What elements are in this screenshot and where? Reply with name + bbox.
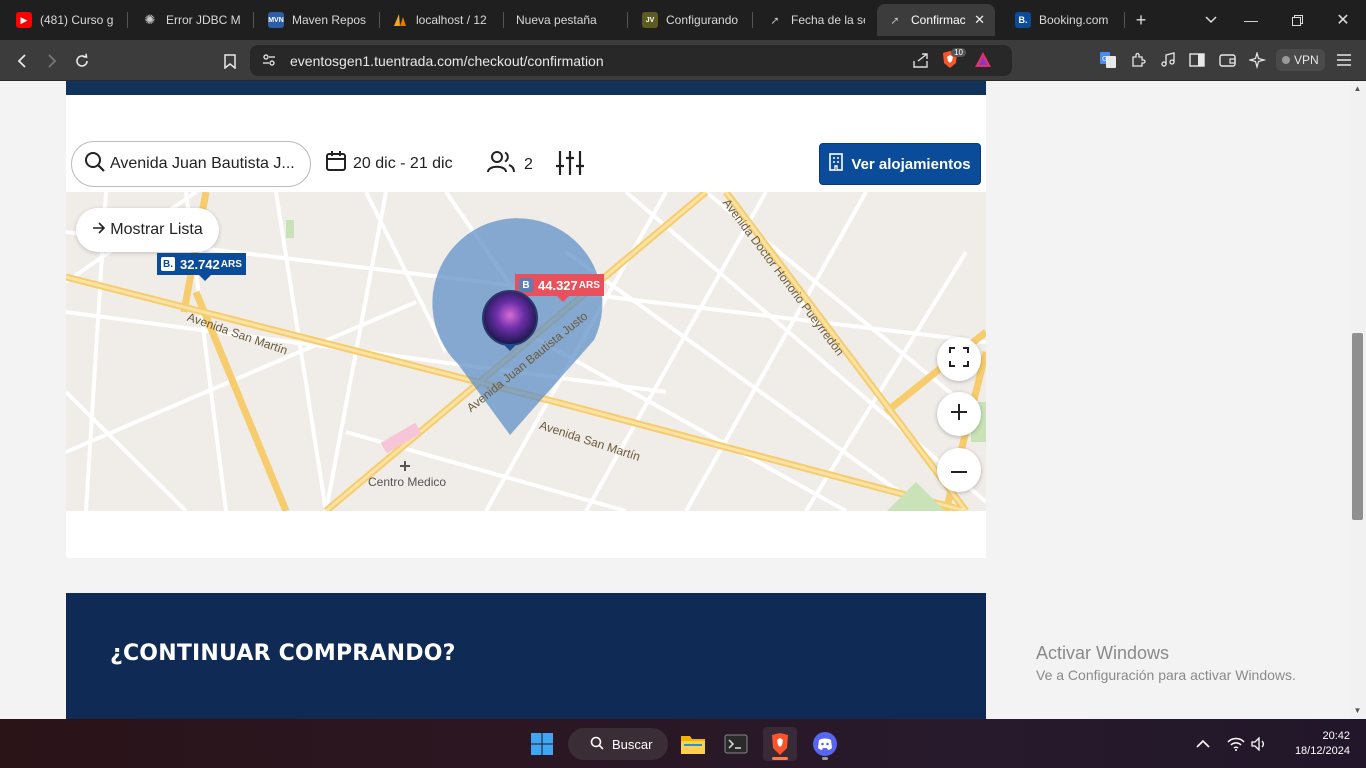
share-icon[interactable]	[912, 52, 930, 73]
minus-icon	[950, 461, 968, 479]
taskbar-search[interactable]: Buscar	[568, 728, 668, 760]
tab-localhost[interactable]: localhost / 12	[382, 4, 500, 36]
back-button[interactable]	[9, 48, 35, 74]
search-icon	[84, 151, 106, 178]
tab-booking[interactable]: B. Booking.com	[1005, 4, 1123, 36]
menu-icon[interactable]	[1333, 49, 1355, 71]
filters-icon[interactable]	[555, 150, 585, 181]
browser-toolbar: eventosgen1.tuentrada.com/checkout/confi…	[0, 40, 1366, 81]
tab-configurando[interactable]: JV Configurando	[632, 4, 750, 36]
volume-icon[interactable]	[1251, 719, 1267, 768]
search-icon	[590, 736, 604, 753]
forward-button[interactable]	[39, 48, 65, 74]
fullscreen-button[interactable]	[937, 337, 981, 381]
windows-taskbar: Buscar 20:42 18/12/2024	[0, 719, 1366, 768]
poi-label: Centro Medico	[368, 475, 447, 489]
address-bar[interactable]: eventosgen1.tuentrada.com/checkout/confi…	[250, 45, 1012, 76]
file-explorer-icon[interactable]	[676, 727, 710, 761]
close-tab-icon[interactable]: ✕	[968, 12, 985, 28]
reload-button[interactable]	[69, 48, 95, 74]
translate-icon[interactable]: G	[1097, 49, 1119, 71]
tab-maven[interactable]: MVN Maven Reposi	[258, 4, 376, 36]
tab-youtube[interactable]: ▶ (481) Curso gr	[6, 4, 124, 36]
booking-icon: B.	[1015, 12, 1031, 28]
wallet-icon[interactable]	[1216, 49, 1238, 71]
event-venue-avatar[interactable]	[482, 290, 538, 346]
location-search-input[interactable]: Avenida Juan Bautista J...	[71, 141, 311, 187]
brave-browser-icon[interactable]	[763, 727, 797, 761]
banner-title: ¿CONTINUAR COMPRANDO?	[110, 641, 456, 666]
price-marker-selected[interactable]: B 44.327 ARS	[515, 274, 604, 302]
scroll-up-icon[interactable]: ▲	[1352, 84, 1363, 94]
extensions-icon[interactable]	[1127, 49, 1149, 71]
booking-icon: B	[519, 278, 533, 292]
avatar-pointer	[503, 344, 517, 358]
youtube-icon: ▶	[16, 12, 32, 28]
restore-button[interactable]	[1274, 0, 1320, 40]
users-icon	[486, 150, 516, 179]
wifi-icon[interactable]	[1227, 719, 1245, 768]
building-icon	[829, 153, 844, 175]
new-tab-button[interactable]: +	[1118, 0, 1164, 40]
show-list-button[interactable]: Mostrar Lista	[76, 208, 219, 252]
tab-confirmation[interactable]: ➚ Confirmac ✕	[877, 4, 995, 36]
view-accommodations-button[interactable]: Ver alojamientos	[819, 143, 981, 185]
site-settings-icon[interactable]	[262, 53, 276, 72]
calendar-icon	[325, 150, 347, 177]
sidebar-toggle-icon[interactable]	[1186, 49, 1208, 71]
header-strip	[66, 81, 986, 95]
date-range-picker[interactable]: 20 dic - 21 dic	[325, 150, 453, 177]
browser-tabbar: ▶ (481) Curso gr ✺ Error JDBC My MVN Mav…	[0, 0, 1366, 40]
scrollbar-thumb[interactable]	[1352, 333, 1363, 520]
zoom-out-button[interactable]	[937, 448, 981, 492]
windows-activation-watermark: Activar Windows Ve a Configuración para …	[1036, 643, 1296, 683]
bookmark-icon[interactable]	[217, 48, 243, 74]
arrow-right-icon	[92, 221, 106, 239]
tab-jdbc-error[interactable]: ✺ Error JDBC My	[132, 4, 250, 36]
tray-overflow-chevron-icon[interactable]	[1196, 719, 1210, 768]
tab-fecha[interactable]: ➚ Fecha de la se	[757, 4, 875, 36]
music-icon[interactable]	[1157, 49, 1179, 71]
plus-icon	[950, 403, 968, 426]
system-clock[interactable]: 20:42 18/12/2024	[1280, 729, 1350, 759]
arrow-icon: ➚	[890, 14, 900, 27]
vpn-status-icon	[1282, 56, 1290, 64]
leo-ai-icon[interactable]	[1246, 49, 1268, 71]
tab-new[interactable]: Nueva pestaña	[506, 4, 624, 36]
map[interactable]: Mostrar Lista B. 32.742 ARS B 44.327 ARS…	[66, 192, 986, 511]
minimize-button[interactable]: —	[1228, 0, 1274, 40]
page-viewport: Avenida Juan Bautista J... 20 dic - 21 d…	[0, 81, 1350, 719]
discord-icon[interactable]	[808, 727, 842, 761]
maven-icon: MVN	[268, 12, 284, 28]
guests-selector[interactable]: 2	[486, 150, 533, 179]
accommodation-widget: Avenida Juan Bautista J... 20 dic - 21 d…	[66, 95, 986, 558]
zoom-in-button[interactable]	[937, 392, 981, 436]
url-text: eventosgen1.tuentrada.com/checkout/confi…	[290, 52, 604, 69]
shield-count-badge: 10	[951, 48, 966, 57]
windows-start-icon[interactable]	[525, 727, 559, 761]
arrow-icon: ➚	[770, 14, 780, 27]
price-marker[interactable]: B. 32.742 ARS	[157, 253, 246, 281]
scroll-down-icon[interactable]: ▼	[1352, 706, 1363, 716]
terminal-icon[interactable]	[719, 727, 753, 761]
phpmyadmin-icon	[392, 12, 408, 28]
booking-icon: B.	[161, 257, 175, 271]
vpn-button[interactable]: VPN	[1276, 49, 1325, 71]
continue-shopping-banner: ¿CONTINUAR COMPRANDO?	[66, 593, 986, 719]
fullscreen-icon	[949, 346, 969, 372]
close-window-button[interactable]: ✕	[1320, 0, 1366, 40]
java-icon: JV	[642, 12, 658, 28]
brave-rewards-icon[interactable]	[974, 51, 992, 73]
openai-icon: ✺	[144, 12, 156, 27]
svg-text:G: G	[1102, 55, 1107, 63]
